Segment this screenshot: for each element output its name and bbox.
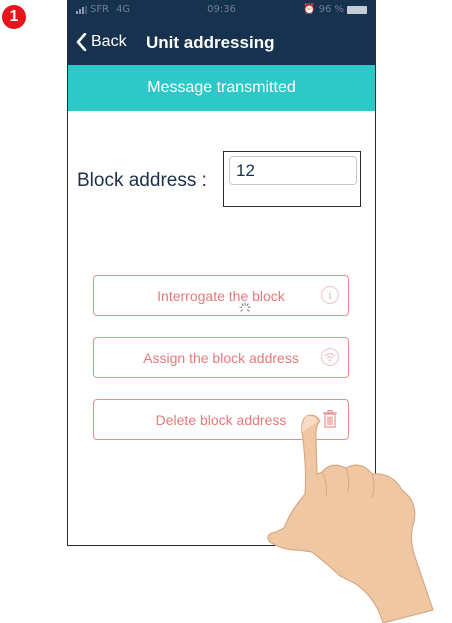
battery-percent: 96 % (318, 4, 344, 15)
block-address-input[interactable] (229, 156, 357, 185)
assign-block-address-button[interactable]: Assign the block address (93, 337, 349, 378)
navigation-bar: SFR 4G 09:36 ⏰ 96 % Back Unit addressing (68, 0, 375, 65)
block-address-label: Block address : (77, 170, 207, 191)
assign-block-address-label: Assign the block address (143, 350, 299, 366)
info-icon: i (321, 286, 339, 304)
status-banner: Message transmitted (68, 65, 375, 111)
chevron-left-icon (76, 33, 87, 51)
banner-message: Message transmitted (147, 79, 296, 96)
interrogate-block-button[interactable]: Interrogate the block i (93, 275, 349, 316)
status-bar: SFR 4G 09:36 ⏰ 96 % (68, 0, 375, 20)
wifi-icon (321, 348, 339, 366)
back-button[interactable]: Back (76, 33, 127, 51)
battery-icon (347, 5, 367, 14)
back-label: Back (91, 33, 127, 50)
page-title: Unit addressing (146, 33, 275, 52)
alarm-icon: ⏰ (303, 4, 316, 15)
loading-spinner-icon (239, 302, 251, 312)
step-number-badge: 1 (2, 5, 26, 29)
pointing-hand-icon (267, 414, 434, 623)
interrogate-block-label: Interrogate the block (157, 288, 285, 304)
